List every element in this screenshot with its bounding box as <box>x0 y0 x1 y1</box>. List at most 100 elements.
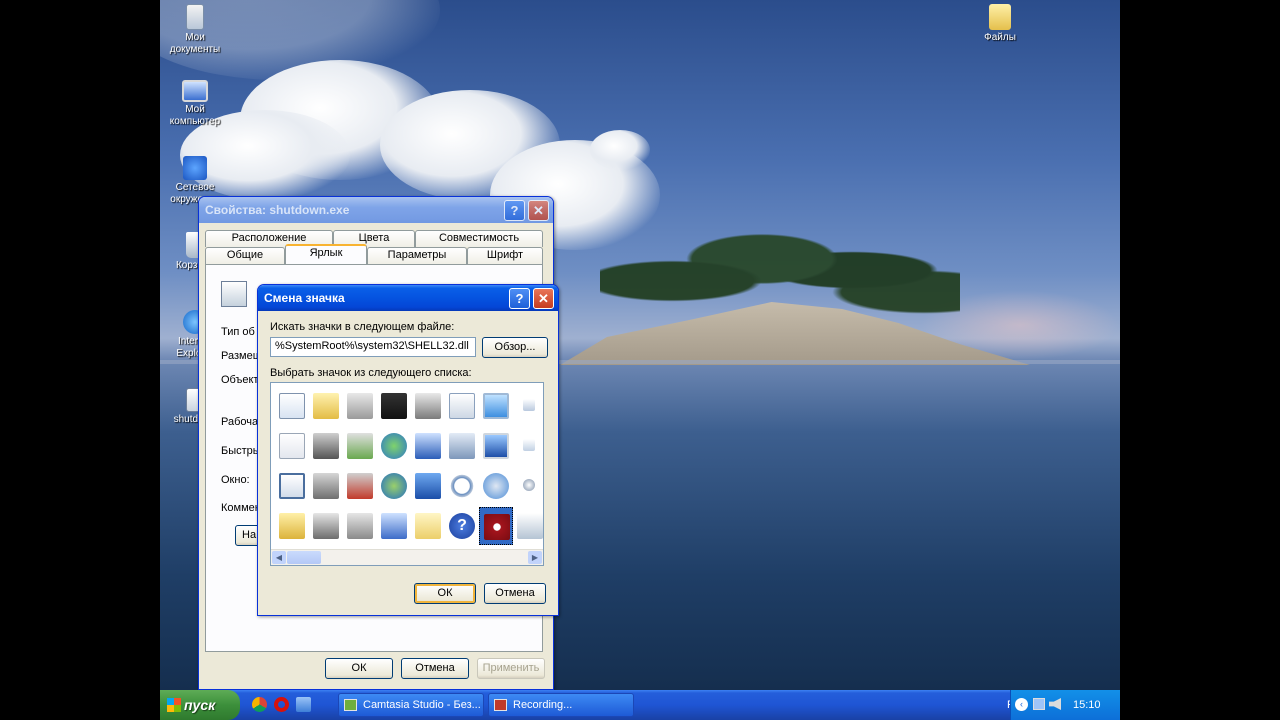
icon-cell[interactable]: ? <box>445 507 479 545</box>
opera-icon[interactable] <box>274 697 289 712</box>
tab-general[interactable]: Общие <box>205 247 285 264</box>
camtasia-icon <box>344 699 357 711</box>
select-icon-label: Выбрать значок из следующего списка: <box>270 367 472 379</box>
scroll-right-button[interactable]: ▶ <box>528 551 542 564</box>
windows-flag-icon <box>167 698 181 712</box>
icon-cell[interactable] <box>343 387 377 425</box>
dialog-help-button[interactable]: ? <box>509 288 530 309</box>
icon-cell[interactable] <box>377 387 411 425</box>
icon-grid: ? <box>271 383 543 547</box>
close-button[interactable]: ✕ <box>528 200 549 221</box>
change-icon-title: Смена значка <box>264 291 345 305</box>
scroll-left-button[interactable]: ◀ <box>272 551 286 564</box>
shortcut-file-icon <box>221 281 247 307</box>
system-tray: ‹ 15:10 <box>1010 690 1120 720</box>
my-computer-icon <box>182 80 208 102</box>
memory-chip-icon <box>381 393 407 419</box>
taskbar-item-camtasia[interactable]: Camtasia Studio - Без... <box>338 693 484 717</box>
icon-cell[interactable] <box>275 387 309 425</box>
icon-cell[interactable] <box>411 427 445 465</box>
clock-small-icon <box>523 479 535 491</box>
icon-cell[interactable] <box>411 507 445 545</box>
help-button[interactable]: ? <box>504 200 525 221</box>
properties-title: Свойства: shutdown.exe <box>205 203 350 217</box>
tab-shortcut[interactable]: Ярлык <box>285 244 367 264</box>
icon-cell[interactable] <box>343 507 377 545</box>
field-comment-label: Коммен <box>221 502 261 514</box>
icon-cell[interactable] <box>343 467 377 505</box>
icon-cell[interactable] <box>275 467 309 505</box>
dialog-close-button[interactable]: ✕ <box>533 288 554 309</box>
chrome-icon[interactable] <box>252 697 267 712</box>
dialog-ok-button[interactable]: ОК <box>414 583 476 604</box>
horizontal-scrollbar[interactable]: ◀ ▶ <box>271 549 543 565</box>
icon-cell[interactable] <box>445 387 479 425</box>
properties-apply-button[interactable]: Применить <box>477 658 545 679</box>
recycle-bin-icon <box>517 513 543 539</box>
disconnected-drive-icon <box>347 473 373 499</box>
computer-icon <box>381 513 407 539</box>
icon-cell[interactable] <box>513 387 543 425</box>
icon-cell[interactable] <box>309 467 343 505</box>
tray-collapse-icon[interactable]: ‹ <box>1015 698 1028 711</box>
small-window-icon <box>523 399 535 411</box>
network-pc-icon <box>415 433 441 459</box>
icon-cell[interactable] <box>479 387 513 425</box>
document-icon <box>279 433 305 459</box>
icon-cell[interactable] <box>309 387 343 425</box>
folder-icon <box>313 393 339 419</box>
windows-network-icon <box>415 473 441 499</box>
icon-cell[interactable] <box>275 427 309 465</box>
icon-cell[interactable] <box>275 507 309 545</box>
field-target-label: Объект <box>221 374 259 386</box>
icon-cell[interactable] <box>479 507 513 545</box>
network-drive2-icon <box>347 513 373 539</box>
search-icon <box>449 473 475 499</box>
start-button[interactable]: пуск <box>160 690 240 720</box>
file-path-input[interactable]: %SystemRoot%\system32\SHELL32.dll <box>270 337 476 357</box>
monitor-icon <box>483 433 509 459</box>
properties-titlebar[interactable]: Свойства: shutdown.exe ? ✕ <box>199 197 553 223</box>
desktop-icon-my-documents[interactable]: Мои документы <box>160 4 230 56</box>
icon-cell[interactable] <box>479 427 513 465</box>
icon-cell[interactable] <box>513 467 543 505</box>
icon-cell[interactable] <box>411 387 445 425</box>
desktop-icon-files[interactable]: Файлы <box>965 4 1035 44</box>
shutdown-icon <box>484 514 510 540</box>
field-location-label: Размещ <box>221 350 262 362</box>
icon-cell[interactable] <box>309 507 343 545</box>
tab-compatibility[interactable]: Совместимость <box>415 230 543 247</box>
desktop-icon-my-computer[interactable]: Мой компьютер <box>160 80 230 128</box>
taskbar-item-recording[interactable]: Recording... <box>488 693 634 717</box>
windows-file-icon <box>279 393 305 419</box>
icon-cell[interactable] <box>513 507 543 545</box>
dialog-cancel-button[interactable]: Отмена <box>484 583 546 604</box>
change-icon-titlebar[interactable]: Смена значка ? ✕ <box>258 285 558 311</box>
globe-net-icon <box>381 433 407 459</box>
icon-cell[interactable] <box>445 427 479 465</box>
icon-cell[interactable] <box>479 467 513 505</box>
clock[interactable]: 15:10 <box>1073 699 1101 711</box>
download-icon[interactable] <box>296 697 311 712</box>
search-file-label: Искать значки в следующем файле: <box>270 321 455 333</box>
icon-cell[interactable] <box>445 467 479 505</box>
icon-cell[interactable] <box>377 467 411 505</box>
browse-button[interactable]: Обзор... <box>482 337 548 358</box>
icon-cell[interactable] <box>377 507 411 545</box>
scroll-thumb[interactable] <box>287 551 321 564</box>
icon-cell[interactable] <box>513 427 543 465</box>
icon-cell[interactable] <box>411 467 445 505</box>
desktop: Мои документы Мой компьютер Сетевое окру… <box>160 0 1120 720</box>
volume-tray-icon[interactable] <box>1049 698 1061 710</box>
tab-font[interactable]: Шрифт <box>467 247 543 264</box>
network-tray-icon[interactable] <box>1033 698 1045 710</box>
properties-ok-button[interactable]: ОК <box>325 658 393 679</box>
icon-cell[interactable] <box>377 427 411 465</box>
drive-icon <box>347 393 373 419</box>
properties-cancel-button[interactable]: Отмена <box>401 658 469 679</box>
icon-cell[interactable] <box>343 427 377 465</box>
tab-options[interactable]: Параметры <box>367 247 467 264</box>
icon-list[interactable]: ? ◀ ▶ <box>270 382 544 566</box>
field-hotkey-label: Быстры <box>221 445 261 457</box>
icon-cell[interactable] <box>309 427 343 465</box>
